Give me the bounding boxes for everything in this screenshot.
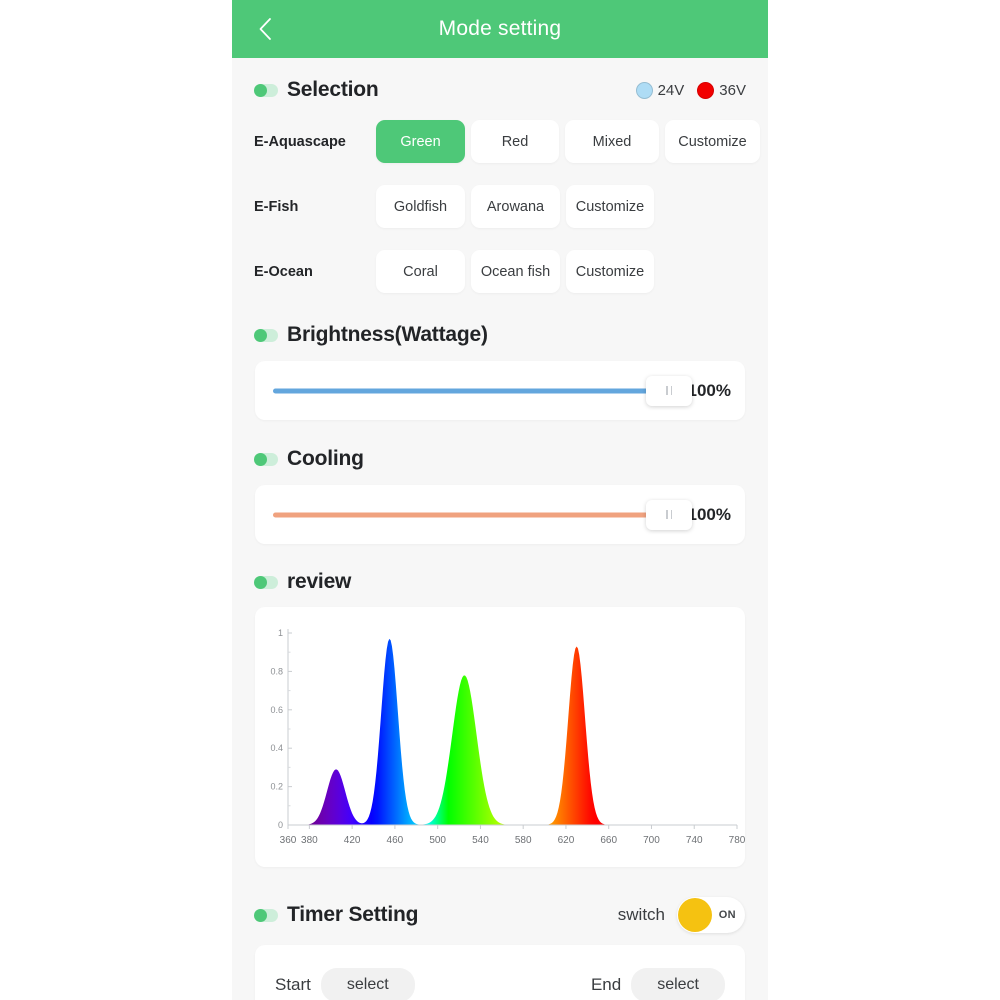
toggle-indicator-icon [254, 328, 278, 342]
cooling-slider-card: 100% [255, 485, 745, 544]
svg-text:740: 740 [686, 835, 703, 846]
voltage-option-36v[interactable]: 36V [697, 81, 746, 99]
timer-range-card: Start select End select [255, 945, 745, 1000]
cooling-track-fill [273, 512, 669, 517]
svg-text:380: 380 [301, 835, 318, 846]
cooling-slider[interactable] [273, 499, 692, 530]
svg-text:0.8: 0.8 [270, 666, 283, 676]
review-title: review [287, 570, 352, 593]
chip-ocean-oceanfish[interactable]: Ocean fish [471, 250, 560, 293]
chip-fish-customize[interactable]: Customize [566, 185, 654, 228]
timer-section-header: Timer Setting switch ON [232, 897, 768, 933]
svg-text:0: 0 [278, 820, 283, 830]
radio-icon-24v[interactable] [635, 81, 653, 99]
brightness-section-header: Brightness(Wattage) [232, 323, 768, 347]
end-select-button[interactable]: select [631, 968, 725, 1000]
chip-aquascape-green[interactable]: Green [376, 120, 465, 163]
timer-switch-group: switch ON [618, 897, 745, 933]
svg-text:780: 780 [729, 835, 745, 846]
radio-icon-36v[interactable] [697, 81, 715, 99]
start-time-group: Start select [275, 968, 415, 1000]
brightness-slider-card: 100% [255, 361, 745, 420]
chip-fish-arowana[interactable]: Arowana [471, 185, 560, 228]
cooling-section-header: Cooling [232, 447, 768, 471]
toggle-indicator-icon [254, 575, 278, 589]
chip-ocean-customize[interactable]: Customize [566, 250, 654, 293]
svg-text:0.2: 0.2 [270, 782, 283, 792]
end-label: End [590, 975, 622, 994]
mode-row-fish: E-Fish Goldfish Arowana Customize [232, 185, 768, 228]
back-button[interactable] [248, 12, 282, 46]
chip-fish-goldfish[interactable]: Goldfish [376, 185, 465, 228]
chip-aquascape-customize[interactable]: Customize [665, 120, 760, 163]
svg-text:0.6: 0.6 [270, 705, 283, 715]
brightness-slider-thumb[interactable] [646, 375, 692, 406]
mode-label-ocean: E-Ocean [254, 263, 313, 280]
voltage-label-24v: 24V [657, 81, 685, 99]
chip-aquascape-mixed[interactable]: Mixed [565, 120, 659, 163]
brightness-slider[interactable] [273, 375, 692, 406]
grip-line-icon [670, 510, 672, 519]
switch-state-label: ON [718, 909, 736, 921]
selection-title: Selection [287, 78, 379, 101]
cooling-slider-thumb[interactable] [646, 499, 692, 530]
mode-row-aquascape: E-Aquascape Green Red Mixed Customize [232, 120, 768, 163]
review-section-header: review [232, 570, 768, 594]
phone-screen: Mode setting Selection 24V 36V E-Aquasca… [232, 0, 768, 1000]
spectrum-chart-card: 0 0.2 0.4 0.6 0.8 1 360 380 420 460 500 540 580 620 66… [255, 607, 745, 867]
cooling-title: Cooling [287, 447, 364, 470]
svg-text:0.4: 0.4 [270, 743, 283, 753]
svg-text:580: 580 [515, 835, 532, 846]
spectrum-chart: 0 0.2 0.4 0.6 0.8 1 360 380 420 460 500 540 580 620 66… [270, 628, 745, 846]
switch-knob[interactable] [678, 898, 712, 932]
end-time-group: End select [591, 968, 725, 1000]
voltage-option-24v[interactable]: 24V [635, 81, 685, 99]
toggle-indicator-icon [254, 908, 278, 922]
svg-text:420: 420 [344, 835, 361, 846]
start-select-button[interactable]: select [320, 968, 415, 1000]
svg-text:500: 500 [429, 835, 446, 846]
grip-line-icon [670, 386, 672, 395]
toggle-indicator-icon [254, 452, 278, 466]
svg-text:540: 540 [472, 835, 489, 846]
voltage-label-36v: 36V [719, 81, 746, 99]
brightness-title: Brightness(Wattage) [287, 323, 488, 346]
svg-text:460: 460 [387, 835, 404, 846]
start-label: Start [275, 975, 311, 994]
svg-text:1: 1 [278, 628, 283, 638]
mode-label-aquascape: E-Aquascape [254, 133, 346, 150]
selection-section-header: Selection 24V 36V [232, 78, 768, 102]
mode-label-fish: E-Fish [254, 198, 299, 215]
chevron-left-icon [255, 15, 275, 43]
voltage-radio-group: 24V 36V [635, 81, 746, 99]
grip-line-icon [666, 386, 668, 395]
chip-aquascape-red[interactable]: Red [471, 120, 559, 163]
svg-text:360: 360 [280, 835, 297, 846]
switch-label: switch [617, 905, 665, 924]
chip-ocean-coral[interactable]: Coral [376, 250, 465, 293]
grip-line-icon [666, 510, 668, 519]
timer-title: Timer Setting [287, 903, 419, 926]
timer-switch-toggle[interactable]: ON [677, 897, 745, 933]
svg-text:700: 700 [643, 835, 660, 846]
brightness-track-fill [273, 388, 669, 393]
page-title: Mode setting [438, 17, 562, 40]
svg-text:620: 620 [558, 835, 575, 846]
svg-text:660: 660 [600, 835, 617, 846]
app-header: Mode setting [232, 0, 768, 58]
toggle-indicator-icon [254, 83, 278, 97]
mode-row-ocean: E-Ocean Coral Ocean fish Customize [232, 250, 768, 293]
